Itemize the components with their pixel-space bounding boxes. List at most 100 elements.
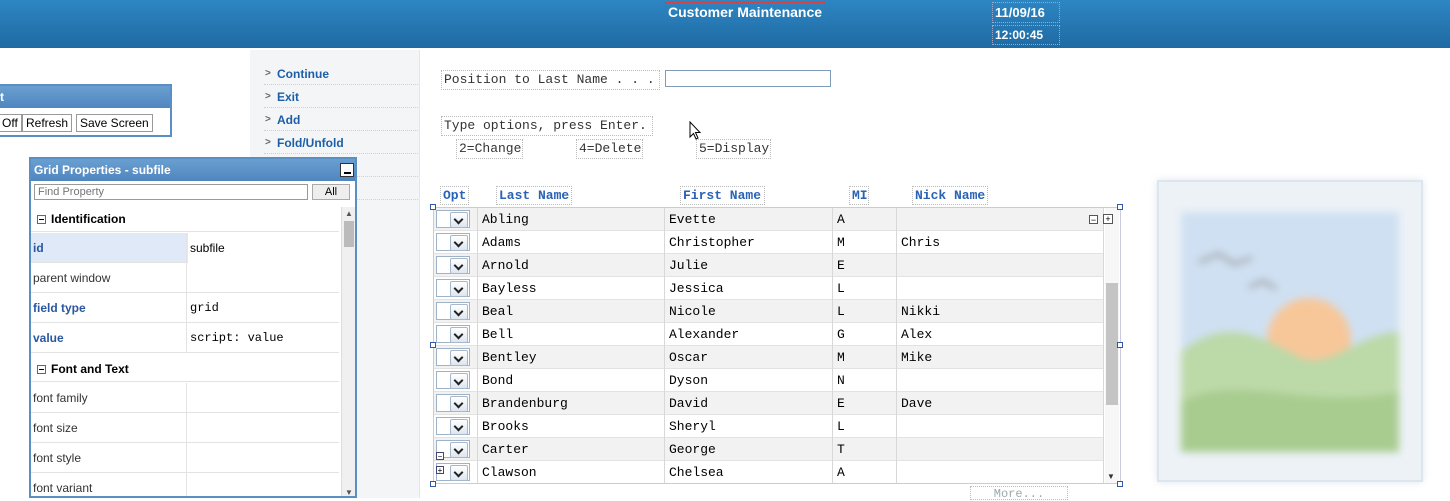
image-placeholder-icon[interactable] — [1157, 180, 1423, 482]
scroll-down-icon[interactable]: ▼ — [1107, 472, 1115, 481]
option-dropdown[interactable] — [436, 371, 470, 389]
option-dropdown[interactable] — [436, 394, 470, 412]
option-dropdown[interactable] — [436, 417, 470, 435]
cell-last-name: Brandenburg — [478, 392, 665, 415]
option-dropdown[interactable] — [436, 279, 470, 297]
option-dropdown[interactable] — [436, 210, 470, 228]
chevron-down-icon[interactable] — [450, 373, 468, 389]
option-change-label: 2=Change — [456, 139, 523, 159]
option-dropdown[interactable] — [436, 302, 470, 320]
chevron-down-icon[interactable] — [450, 465, 468, 481]
property-value[interactable]: grid — [188, 293, 339, 323]
property-value[interactable]: subfile — [188, 233, 339, 263]
all-button[interactable]: All — [312, 184, 350, 200]
option-dropdown[interactable] — [436, 256, 470, 274]
expand-icon[interactable]: + — [1103, 214, 1113, 224]
menu-item-fold-unfold[interactable]: > Fold/Unfold — [264, 132, 418, 154]
chevron-down-icon[interactable] — [450, 258, 468, 274]
table-row[interactable]: Brooks Sheryl L — [434, 415, 1104, 438]
find-property-input[interactable] — [34, 184, 308, 200]
table-row[interactable]: Brandenburg David E Dave — [434, 392, 1104, 415]
chevron-down-icon[interactable] — [450, 212, 468, 228]
minimize-icon[interactable] — [340, 163, 354, 177]
collapse-icon[interactable]: − — [1089, 215, 1098, 225]
property-row-value[interactable]: value script: value — [31, 323, 339, 353]
page-title[interactable]: Customer Maintenance — [665, 2, 826, 22]
table-row[interactable]: Clawson Chelsea A — [434, 461, 1104, 483]
cell-last-name: Bond — [478, 369, 665, 392]
property-row-font-style[interactable]: font style — [31, 443, 339, 473]
collapse-icon[interactable]: − — [436, 452, 444, 461]
section-font-and-text[interactable]: Font and Text — [31, 357, 339, 382]
resize-handle[interactable] — [430, 342, 436, 348]
collapse-icon[interactable] — [37, 365, 46, 374]
date-field[interactable]: 11/09/16 — [992, 2, 1060, 23]
off-button[interactable]: Off — [0, 114, 22, 132]
table-row[interactable]: Bentley Oscar M Mike — [434, 346, 1104, 369]
property-row-font-variant[interactable]: font variant — [31, 473, 339, 496]
table-row[interactable]: Bond Dyson N — [434, 369, 1104, 392]
properties-scrollbar[interactable]: ▲ ▼ — [341, 207, 355, 496]
table-row[interactable]: Bell Alexander G Alex — [434, 323, 1104, 346]
chevron-down-icon[interactable] — [450, 442, 468, 458]
property-value[interactable] — [188, 473, 339, 496]
chevron-down-icon[interactable] — [450, 419, 468, 435]
time-field[interactable]: 12:00:45 — [992, 25, 1060, 45]
cell-first-name: David — [665, 392, 833, 415]
table-row[interactable]: Abling Evette A — [434, 208, 1104, 231]
cell-last-name: Bayless — [478, 277, 665, 300]
chevron-right-icon: > — [265, 91, 271, 102]
table-row[interactable]: Beal Nicole L Nikki — [434, 300, 1104, 323]
save-screen-button[interactable]: Save Screen — [76, 114, 153, 132]
chevron-down-icon[interactable] — [450, 281, 468, 297]
table-row[interactable]: Adams Christopher M Chris — [434, 231, 1104, 254]
property-value[interactable] — [188, 413, 339, 443]
toolbar-title[interactable]: t — [0, 86, 170, 108]
resize-handle[interactable] — [1117, 342, 1123, 348]
chevron-down-icon[interactable] — [450, 304, 468, 320]
position-last-name-input[interactable] — [665, 70, 831, 87]
property-value[interactable] — [188, 443, 339, 473]
resize-handle[interactable] — [430, 481, 436, 487]
property-row-font-family[interactable]: font family — [31, 383, 339, 413]
cell-nick-name — [897, 208, 1104, 231]
chevron-down-icon[interactable] — [450, 235, 468, 251]
resize-handle[interactable] — [1117, 204, 1123, 210]
table-row[interactable]: Arnold Julie E — [434, 254, 1104, 277]
property-row-id[interactable]: id subfile — [31, 233, 339, 263]
property-value[interactable] — [188, 263, 339, 293]
column-header-opt: Opt — [440, 186, 469, 205]
chevron-down-icon[interactable] — [450, 327, 468, 343]
scroll-up-icon[interactable]: ▲ — [345, 209, 353, 218]
scroll-down-icon[interactable]: ▼ — [345, 488, 353, 496]
cell-opt — [434, 300, 478, 323]
expand-icon[interactable]: + — [436, 466, 444, 475]
scrollbar-thumb[interactable] — [344, 221, 354, 247]
table-row[interactable]: Bayless Jessica L — [434, 277, 1104, 300]
refresh-button[interactable]: Refresh — [22, 114, 73, 132]
subfile-grid[interactable]: Abling Evette A Adams Christopher M Chris Arnol… — [433, 207, 1121, 484]
resize-handle[interactable] — [1117, 481, 1123, 487]
collapse-icon[interactable] — [37, 215, 46, 224]
menu-item-add[interactable]: > Add — [264, 109, 418, 131]
property-value[interactable] — [188, 383, 339, 413]
cell-opt — [434, 231, 478, 254]
cell-nick-name: Nikki — [897, 300, 1104, 323]
section-identification[interactable]: Identification — [31, 207, 339, 232]
property-row-field-type[interactable]: field type grid — [31, 293, 339, 323]
option-dropdown[interactable] — [436, 233, 470, 251]
property-name: font variant — [31, 473, 187, 496]
chevron-down-icon[interactable] — [450, 350, 468, 366]
resize-handle[interactable] — [430, 204, 436, 210]
cell-opt — [434, 323, 478, 346]
option-dropdown[interactable] — [436, 348, 470, 366]
option-dropdown[interactable] — [436, 325, 470, 343]
table-row[interactable]: Carter George T — [434, 438, 1104, 461]
property-row-font-size[interactable]: font size — [31, 413, 339, 443]
cell-mi: E — [833, 254, 897, 277]
menu-item-exit[interactable]: > Exit — [264, 86, 418, 108]
chevron-down-icon[interactable] — [450, 396, 468, 412]
property-row-parent-window[interactable]: parent window — [31, 263, 339, 293]
menu-item-continue[interactable]: > Continue — [264, 63, 418, 85]
property-value[interactable]: script: value — [188, 323, 339, 353]
